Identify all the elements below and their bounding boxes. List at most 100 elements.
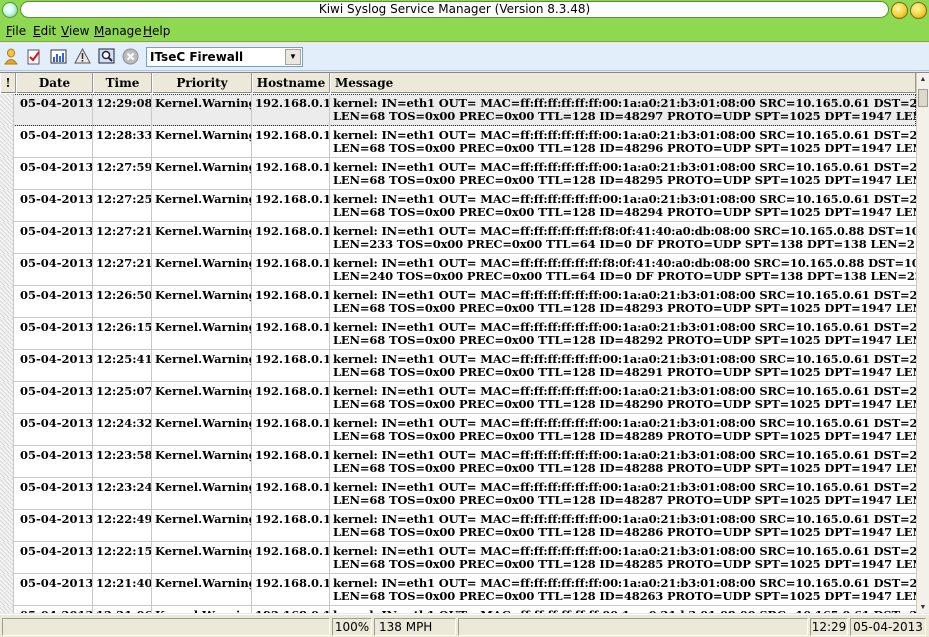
message-line-2: LEN=68 TOS=0x00 PREC=0x00 TTL=128 ID=482…: [333, 173, 916, 187]
log-row[interactable]: 05-04-2013 12:22:15 Kernel.Warning 192.168.…: [0, 542, 916, 574]
scroll-up-icon[interactable]: ▲: [917, 73, 929, 86]
log-row[interactable]: 05-04-2013 12:27:25 Kernel.Warning 192.168.…: [0, 190, 916, 222]
cell-time: 12:23:24: [93, 478, 152, 510]
cell-date: 05-04-2013: [16, 542, 93, 574]
cell-time: 12:27:25: [93, 190, 152, 222]
row-marker: [0, 414, 14, 446]
log-row[interactable]: 05-04-201312:21:06Kernel.Warning192.168.…: [0, 606, 916, 613]
scrollbar-thumb[interactable]: [918, 89, 928, 107]
cell-time: 12:27:59: [93, 158, 152, 190]
cell-priority: Kernel.Warning: [152, 126, 252, 158]
row-marker: [0, 190, 14, 222]
row-marker: [0, 254, 14, 286]
column-header-flag[interactable]: !: [0, 73, 16, 93]
cell-host: 192.168.0.1: [252, 190, 330, 222]
cell-time: 12:24:32: [93, 414, 152, 446]
menu-help[interactable]: Help: [143, 24, 170, 39]
row-marker: [0, 158, 14, 190]
cell-priority: Kernel.Warning: [152, 414, 252, 446]
cell-host: 192.168.0.1: [252, 606, 330, 613]
cell-host: 192.168.0.1: [252, 126, 330, 158]
cell-message: kernel: IN=eth1 OUT= MAC=ff:ff:ff:ff:ff:…: [330, 606, 916, 614]
cell-message: kernel: IN=eth1 OUT= MAC=ff:ff:ff:ff:ff:…: [330, 446, 916, 478]
cell-time: 12:21:40: [93, 574, 152, 606]
cell-message: kernel: IN=eth1 OUT= MAC=ff:ff:ff:ff:ff:…: [330, 190, 916, 222]
cell-priority: Kernel.Warning: [152, 286, 252, 318]
column-header-hostname[interactable]: Hostname: [252, 73, 330, 93]
message-line-2: LEN=68 TOS=0x00 PREC=0x00 TTL=128 ID=482…: [333, 557, 916, 571]
cell-host: 192.168.0.1: [252, 382, 330, 414]
row-marker: [0, 222, 14, 254]
log-row[interactable]: 05-04-2013 12:29:08 Kernel.Warning 192.168.…: [0, 94, 916, 126]
cell-date: 05-04-2013: [16, 478, 93, 510]
warning-icon[interactable]: [73, 47, 91, 65]
message-line-2: LEN=68 TOS=0x00 PREC=0x00 TTL=128 ID=482…: [333, 205, 916, 219]
cell-time: 12:27:21: [93, 254, 152, 286]
column-header-message[interactable]: Message: [330, 73, 916, 93]
menu-edit[interactable]: Edit: [33, 24, 56, 39]
cell-message: kernel: IN=eth1 OUT= MAC=ff:ff:ff:ff:ff:…: [330, 94, 916, 126]
chart-icon[interactable]: [49, 47, 67, 65]
stop-circle-icon[interactable]: [121, 47, 139, 65]
column-header-date[interactable]: Date: [16, 73, 93, 93]
log-row[interactable]: 05-04-2013 12:23:24 Kernel.Warning 192.168.…: [0, 478, 916, 510]
cell-host: 192.168.0.1: [252, 574, 330, 606]
log-row[interactable]: 05-04-2013 12:26:15 Kernel.Warning 192.168.…: [0, 318, 916, 350]
minimize-button[interactable]: [891, 2, 908, 19]
log-row[interactable]: 05-04-2013 12:21:40 Kernel.Warning 192.168.…: [0, 574, 916, 606]
row-marker: [0, 510, 14, 542]
log-row[interactable]: 05-04-2013 12:27:21 Kernel.Warning 192.168.…: [0, 222, 916, 254]
cell-message: kernel: IN=eth1 OUT= MAC=ff:ff:ff:ff:ff:…: [330, 254, 916, 286]
chevron-down-icon[interactable]: ▼: [285, 49, 301, 65]
display-select-value: ITseC Firewall: [150, 50, 244, 64]
column-header-time[interactable]: Time: [93, 73, 152, 93]
cell-message: kernel: IN=eth1 OUT= MAC=ff:ff:ff:ff:ff:…: [330, 222, 916, 254]
cell-date: 05-04-2013: [16, 318, 93, 350]
cell-date: 05-04-2013: [16, 510, 93, 542]
cell-message: kernel: IN=eth1 OUT= MAC=ff:ff:ff:ff:ff:…: [330, 478, 916, 510]
scroll-down-icon[interactable]: ▼: [917, 601, 929, 613]
message-line-2: LEN=233 TOS=0x00 PREC=0x00 TTL=64 ID=0 D…: [333, 237, 916, 251]
cell-priority: Kernel.Warning: [152, 478, 252, 510]
log-row[interactable]: 05-04-2013 12:22:49 Kernel.Warning 192.168.…: [0, 510, 916, 542]
log-row[interactable]: 05-04-2013 12:26:50 Kernel.Warning 192.168.…: [0, 286, 916, 318]
menu-file[interactable]: File: [6, 24, 26, 39]
log-row[interactable]: 05-04-2013 12:25:41 Kernel.Warning 192.168.…: [0, 350, 916, 382]
cell-message: kernel: IN=eth1 OUT= MAC=ff:ff:ff:ff:ff:…: [330, 414, 916, 446]
message-line-2: LEN=240 TOS=0x00 PREC=0x00 TTL=64 ID=0 D…: [333, 269, 916, 283]
cell-priority: Kernel.Warning: [152, 542, 252, 574]
status-date: 05-04-2013: [850, 618, 926, 636]
cell-time: 12:27:21: [93, 222, 152, 254]
user-icon[interactable]: [2, 47, 20, 65]
menu-view[interactable]: View: [61, 24, 89, 39]
cell-priority: Kernel.Warning: [152, 510, 252, 542]
log-row[interactable]: 05-04-2013 12:27:21 Kernel.Warning 192.168.…: [0, 254, 916, 286]
screen-search-icon[interactable]: [97, 47, 115, 65]
cell-host: 192.168.0.1: [252, 478, 330, 510]
display-select[interactable]: ITseC Firewall ▼: [146, 47, 303, 67]
cell-host: 192.168.0.1: [252, 286, 330, 318]
cell-date: 05-04-2013: [16, 574, 93, 606]
cell-message: kernel: IN=eth1 OUT= MAC=ff:ff:ff:ff:ff:…: [330, 286, 916, 318]
cell-host: 192.168.0.1: [252, 510, 330, 542]
close-button[interactable]: [910, 2, 927, 19]
column-header-priority[interactable]: Priority: [152, 73, 252, 93]
log-row[interactable]: 05-04-2013 12:23:58 Kernel.Warning 192.168.…: [0, 446, 916, 478]
message-line-2: LEN=68 TOS=0x00 PREC=0x00 TTL=128 ID=482…: [333, 365, 916, 379]
log-row[interactable]: 05-04-2013 12:24:32 Kernel.Warning 192.168.…: [0, 414, 916, 446]
app-icon[interactable]: [2, 2, 18, 18]
clipboard-check-icon[interactable]: [25, 47, 43, 65]
message-line-2: LEN=68 TOS=0x00 PREC=0x00 TTL=128 ID=482…: [333, 589, 916, 603]
log-row[interactable]: 05-04-2013 12:27:59 Kernel.Warning 192.168.…: [0, 158, 916, 190]
vertical-scrollbar[interactable]: ▲ ▼: [916, 73, 929, 613]
cell-date: 05-04-2013: [16, 350, 93, 382]
row-marker: [0, 446, 14, 478]
log-row[interactable]: 05-04-2013 12:28:33 Kernel.Warning 192.168.…: [0, 126, 916, 158]
log-row[interactable]: 05-04-2013 12:25:07 Kernel.Warning 192.168.…: [0, 382, 916, 414]
cell-host: 192.168.0.1: [252, 94, 330, 126]
row-marker: [0, 606, 14, 613]
cell-priority: Kernel.Warning: [152, 606, 252, 613]
cell-time: 12:22:15: [93, 542, 152, 574]
cell-message: kernel: IN=eth1 OUT= MAC=ff:ff:ff:ff:ff:…: [330, 542, 916, 574]
menu-manage[interactable]: Manage: [94, 24, 142, 39]
